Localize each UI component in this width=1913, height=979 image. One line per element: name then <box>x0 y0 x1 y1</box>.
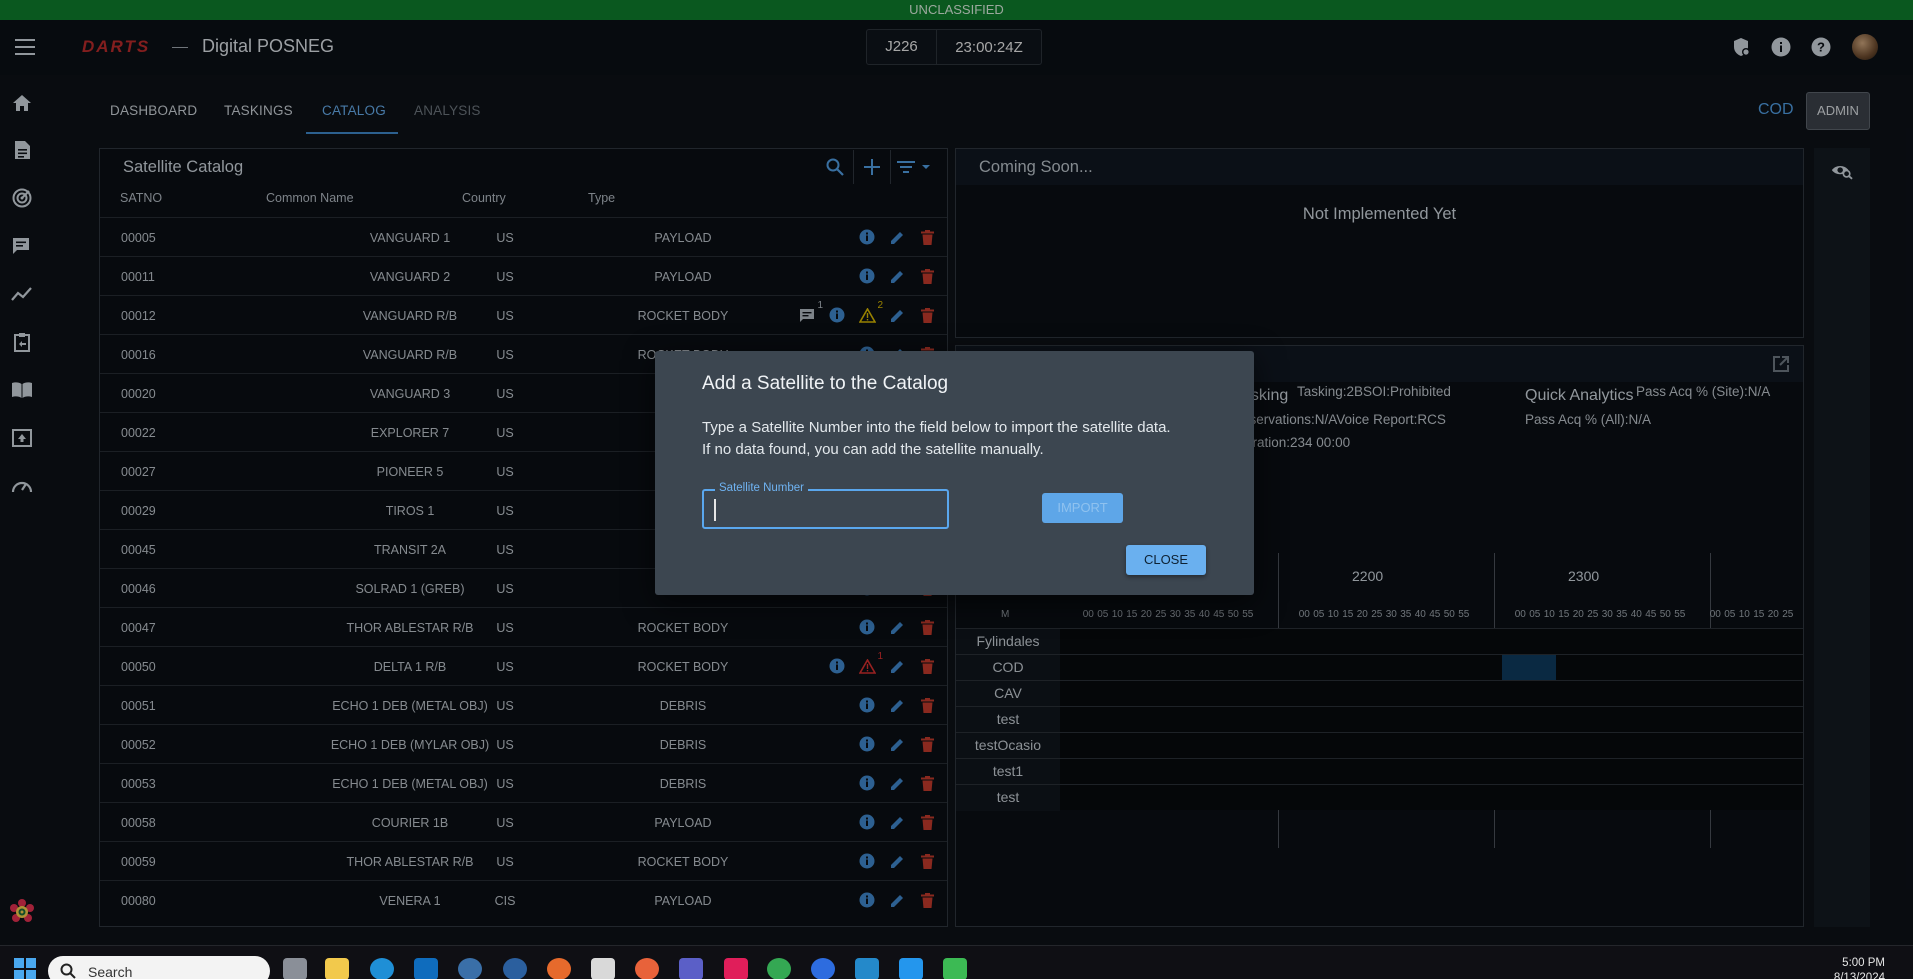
taskbar-search[interactable]: Search <box>48 956 270 979</box>
system-tray-clock[interactable]: 5:00 PM 8/13/2024 <box>1834 956 1885 979</box>
dialog-title: Add a Satellite to the Catalog <box>702 373 949 394</box>
satellite-number-input[interactable] <box>714 499 934 521</box>
dialog-description: Type a Satellite Number into the field b… <box>702 417 1222 461</box>
import-button[interactable]: IMPORT <box>1042 493 1123 523</box>
close-button[interactable]: CLOSE <box>1126 545 1206 575</box>
dialog-text-line: If no data found, you can add the satell… <box>702 441 1044 458</box>
taskbar-search-label: Search <box>88 964 133 979</box>
teams-icon[interactable] <box>679 958 703 979</box>
slack-icon[interactable] <box>724 958 748 979</box>
zoom-icon[interactable] <box>811 958 835 979</box>
postman-icon[interactable] <box>635 958 659 979</box>
app-root: { "banner": { "classification": "UNCLASS… <box>0 0 1913 979</box>
outlook-icon[interactable] <box>414 958 438 979</box>
satellite-number-label: Satellite Number <box>715 482 809 494</box>
add-satellite-dialog: Add a Satellite to the Catalog Type a Sa… <box>655 351 1254 595</box>
docker-icon[interactable] <box>899 958 923 979</box>
dialog-text-line: Type a Satellite Number into the field b… <box>702 419 1171 436</box>
satellite-number-field[interactable]: Satellite Number <box>702 482 949 529</box>
vscode-icon[interactable] <box>855 958 879 979</box>
file-explorer-icon[interactable] <box>325 958 349 979</box>
tray-time: 5:00 PM <box>1842 957 1885 969</box>
task-view-icon[interactable] <box>283 958 307 979</box>
remote-desktop-icon[interactable] <box>943 958 967 979</box>
windows-start-icon[interactable] <box>14 958 36 979</box>
chrome-icon[interactable] <box>767 958 791 979</box>
search-icon <box>60 963 76 979</box>
os-taskbar: Search 5:00 PM 8/13/2024 <box>0 945 1913 979</box>
edge-icon[interactable] <box>370 958 394 979</box>
snipping-tool-icon[interactable] <box>591 958 615 979</box>
tray-date: 8/13/2024 <box>1833 972 1885 979</box>
sync-icon[interactable] <box>458 958 482 979</box>
clock-app-icon[interactable] <box>503 958 527 979</box>
firefox-icon[interactable] <box>547 958 571 979</box>
